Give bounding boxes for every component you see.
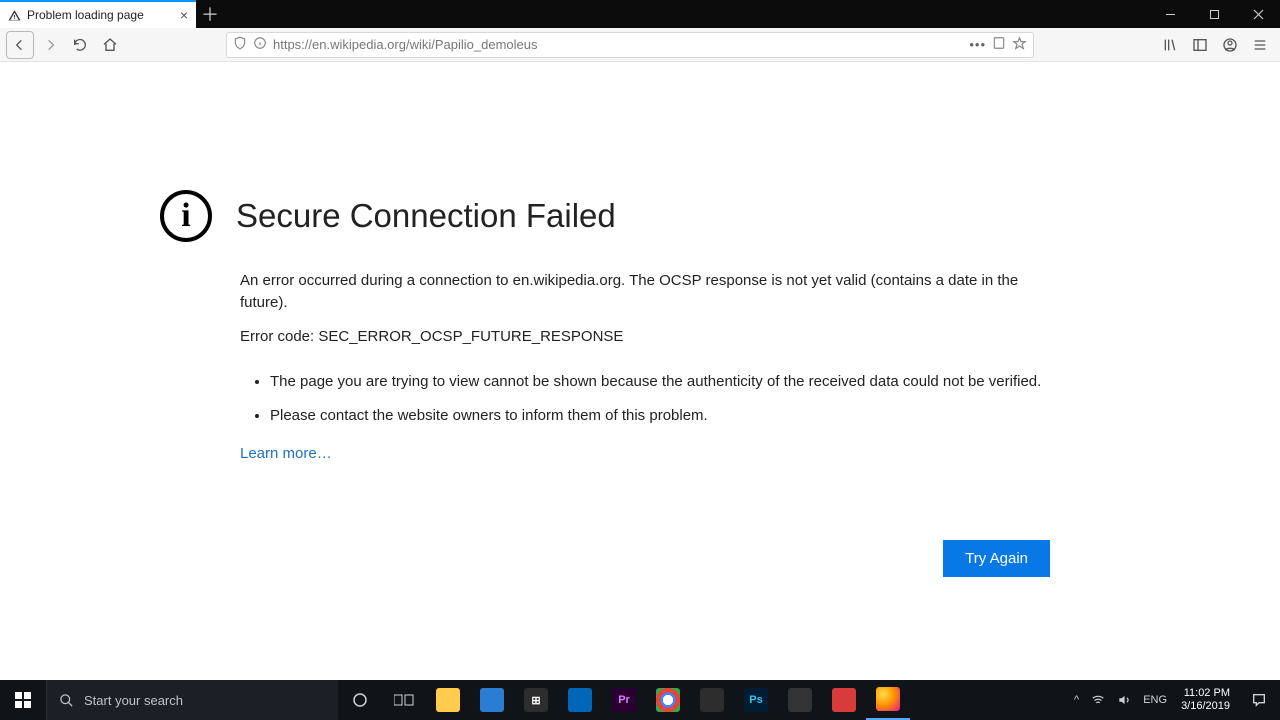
- taskbar-app-moviemaker[interactable]: [778, 680, 822, 720]
- error-title: Secure Connection Failed: [236, 197, 616, 235]
- url-text: https://en.wikipedia.org/wiki/Papilio_de…: [273, 37, 963, 52]
- sidebar-icon[interactable]: [1186, 31, 1214, 59]
- tray-clock[interactable]: 11:02 PM 3/16/2019: [1173, 687, 1238, 712]
- taskbar-app-explorer[interactable]: [426, 680, 470, 720]
- tray-volume-icon[interactable]: [1111, 693, 1137, 707]
- tray-language[interactable]: ENG: [1137, 694, 1173, 706]
- taskbar-search[interactable]: Start your search: [46, 680, 338, 720]
- reader-view-icon[interactable]: [992, 36, 1006, 53]
- back-button[interactable]: [6, 31, 34, 59]
- windows-taskbar: Start your search ⊞ Pr Ps ^ ENG 11:02 PM…: [0, 680, 1280, 720]
- error-code: Error code: SEC_ERROR_OCSP_FUTURE_RESPON…: [240, 326, 1050, 348]
- tab-title: Problem loading page: [27, 8, 144, 22]
- site-info-icon[interactable]: [253, 36, 267, 53]
- tray-time: 11:02 PM: [1181, 687, 1230, 700]
- tray-overflow-icon[interactable]: ^: [1068, 694, 1085, 706]
- search-placeholder: Start your search: [84, 693, 183, 708]
- tab-close-button[interactable]: ×: [180, 7, 188, 23]
- start-button[interactable]: [0, 680, 46, 720]
- taskbar-app-store[interactable]: ⊞: [514, 680, 558, 720]
- error-description: An error occurred during a connection to…: [240, 270, 1050, 314]
- library-icon[interactable]: [1156, 31, 1184, 59]
- window-close-button[interactable]: [1236, 0, 1280, 28]
- forward-button[interactable]: [36, 31, 64, 59]
- taskbar-app-chrome[interactable]: [646, 680, 690, 720]
- nav-toolbar: https://en.wikipedia.org/wiki/Papilio_de…: [0, 28, 1280, 62]
- window-minimize-button[interactable]: [1148, 0, 1192, 28]
- taskbar-app-photoshop[interactable]: Ps: [734, 680, 778, 720]
- bookmark-star-icon[interactable]: [1012, 36, 1027, 54]
- error-bullet: Please contact the website owners to inf…: [270, 405, 1050, 427]
- page-actions-icon[interactable]: •••: [969, 37, 986, 52]
- new-tab-button[interactable]: ＋: [196, 0, 224, 28]
- taskbar-app-edge[interactable]: [470, 680, 514, 720]
- reload-button[interactable]: [66, 31, 94, 59]
- tab-strip: Problem loading page × ＋: [0, 0, 1280, 28]
- action-center-icon[interactable]: [1238, 692, 1280, 708]
- app-menu-button[interactable]: [1246, 31, 1274, 59]
- taskbar-app-calendar[interactable]: [822, 680, 866, 720]
- window-maximize-button[interactable]: [1192, 0, 1236, 28]
- taskbar-app-mail[interactable]: [558, 680, 602, 720]
- search-icon: [59, 693, 74, 708]
- home-button[interactable]: [96, 31, 124, 59]
- account-icon[interactable]: [1216, 31, 1244, 59]
- taskbar-app-premiere[interactable]: Pr: [602, 680, 646, 720]
- taskbar-app-firefox[interactable]: [866, 680, 910, 720]
- browser-tab[interactable]: Problem loading page ×: [0, 0, 196, 28]
- warning-icon: [8, 9, 21, 22]
- cortana-icon[interactable]: [338, 680, 382, 720]
- error-bullet: The page you are trying to view cannot b…: [270, 371, 1050, 393]
- taskbar-app-vlc[interactable]: [690, 680, 734, 720]
- tray-network-icon[interactable]: [1085, 693, 1111, 707]
- try-again-button[interactable]: Try Again: [943, 540, 1050, 577]
- learn-more-link[interactable]: Learn more…: [240, 445, 332, 462]
- tray-date: 3/16/2019: [1181, 700, 1230, 713]
- page-content: i Secure Connection Failed An error occu…: [0, 62, 1280, 680]
- url-bar[interactable]: https://en.wikipedia.org/wiki/Papilio_de…: [226, 32, 1034, 58]
- task-view-icon[interactable]: [382, 680, 426, 720]
- info-icon: i: [160, 190, 212, 242]
- tracking-shield-icon[interactable]: [233, 36, 247, 53]
